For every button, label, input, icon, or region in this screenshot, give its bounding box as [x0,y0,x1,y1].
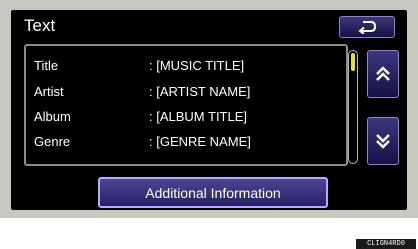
row-value: : [MUSIC TITLE] [149,58,245,73]
text-info-list: Title : [MUSIC TITLE] Artist : [ARTIST N… [24,44,348,166]
row-label: Genre [34,134,71,149]
page-down-button[interactable] [367,117,399,165]
row-value: : [GENRE NAME] [149,134,251,149]
double-chevron-up-icon [376,66,390,81]
scroll-thumb[interactable] [351,53,355,71]
back-button[interactable] [339,16,395,38]
list-item-genre: Genre : [GENRE NAME] [34,134,334,156]
row-label: Title [34,58,59,73]
list-item-album: Album : [ALBUM TITLE] [34,109,334,131]
audio-text-screen: Text Title : [MUSIC TITLE] Artist : [ART… [11,10,407,210]
screen-title: Text [24,16,56,35]
row-value: : [ARTIST NAME] [149,84,251,99]
row-label: Artist [34,84,64,99]
double-chevron-down-icon [376,134,390,149]
list-item-title: Title : [MUSIC TITLE] [34,58,334,80]
list-item-artist: Artist : [ARTIST NAME] [34,84,334,106]
row-label: Album [34,109,71,124]
row-value: : [ALBUM TITLE] [149,109,248,124]
list-scrollbar[interactable] [348,50,358,164]
back-arrow-icon [358,21,377,34]
page-up-button[interactable] [367,50,399,98]
watermark-code: CLIGN4RD0 [356,239,416,249]
additional-information-button[interactable]: Additional Information [98,177,328,208]
